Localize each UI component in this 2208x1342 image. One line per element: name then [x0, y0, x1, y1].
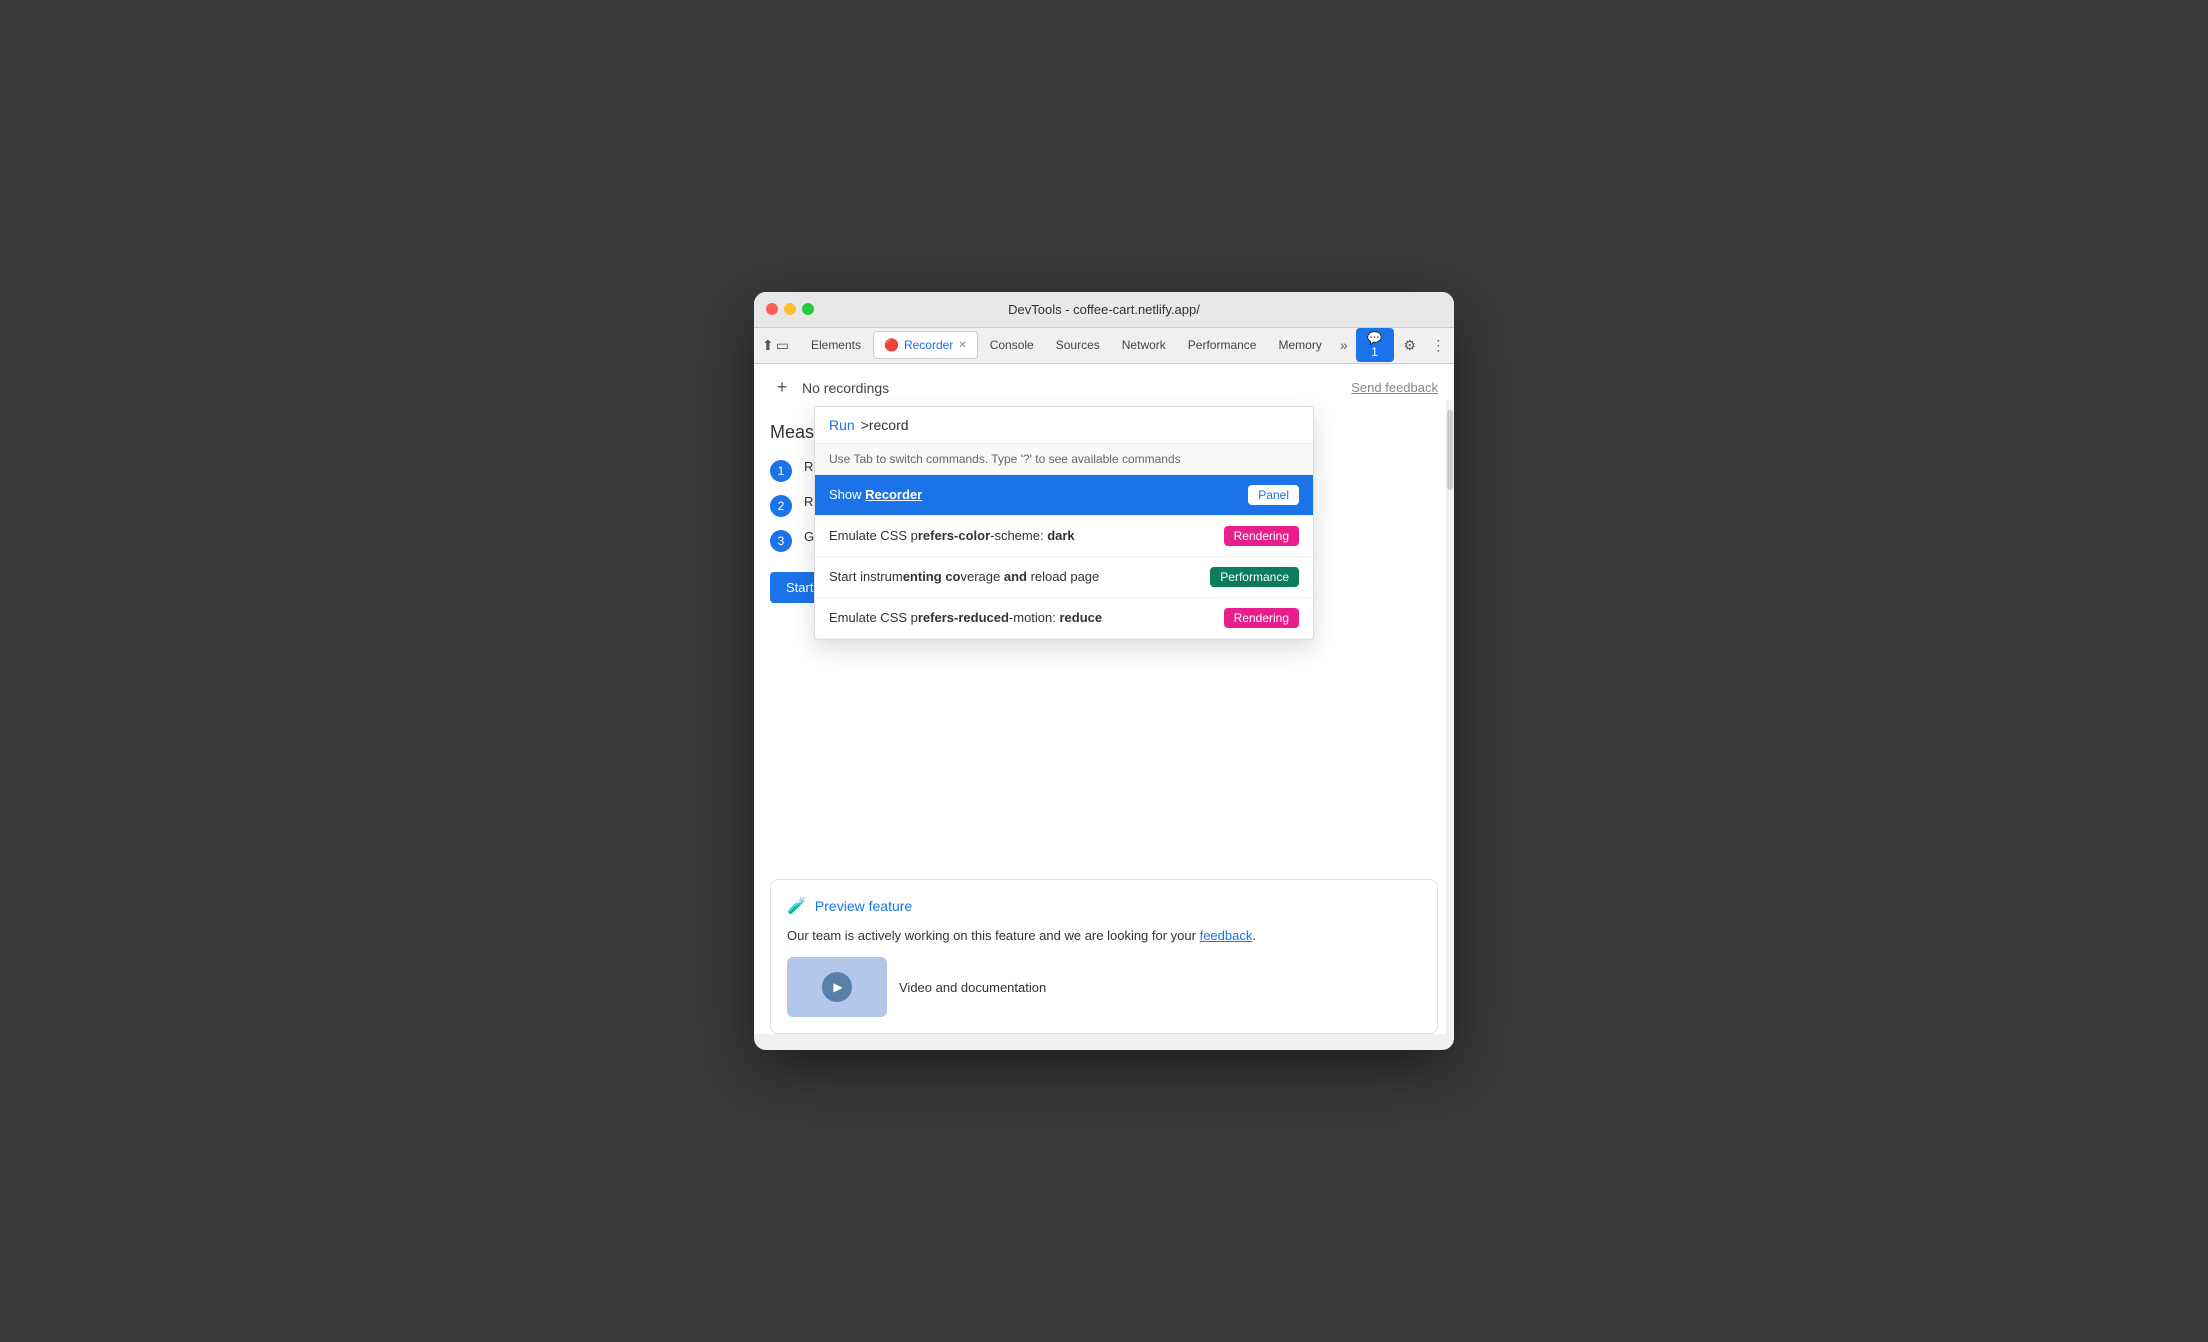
step-3-number: 3 [770, 530, 792, 552]
badge-panel: Panel [1248, 485, 1299, 505]
chat-button[interactable]: 💬 1 [1356, 328, 1394, 362]
tab-sources[interactable]: Sources [1046, 331, 1110, 359]
preview-feature-box: 🧪 Preview feature Our team is actively w… [770, 879, 1438, 1035]
badge-rendering-1: Rendering [1224, 526, 1299, 546]
command-item-css-color[interactable]: Emulate CSS prefers-color-scheme: dark R… [815, 516, 1313, 557]
highlight-prefers-color: refers-color [918, 528, 990, 543]
command-item-css-motion-text: Emulate CSS prefers-reduced-motion: redu… [829, 610, 1214, 625]
devtools-tab-bar: ⬆ ▭ Elements 🔴 Recorder ✕ Console Source… [754, 328, 1454, 364]
close-button[interactable] [766, 303, 778, 315]
devtools-window: DevTools - coffee-cart.netlify.app/ ⬆ ▭ … [754, 292, 1454, 1051]
tab-elements[interactable]: Elements [801, 331, 871, 359]
step-2-number: 2 [770, 495, 792, 517]
tab-recorder-label: Recorder [904, 338, 953, 352]
preview-description: Our team is actively working on this fea… [787, 926, 1421, 946]
tab-sources-label: Sources [1056, 338, 1100, 352]
command-item-show-recorder-text: Show Recorder [829, 487, 1238, 502]
highlight-prefers-motion: refers-reduced [918, 610, 1009, 625]
tab-network-label: Network [1122, 338, 1166, 352]
run-label: Run [829, 417, 855, 433]
command-item-css-motion[interactable]: Emulate CSS prefers-reduced-motion: redu… [815, 598, 1313, 639]
badge-rendering-2: Rendering [1224, 608, 1299, 628]
tab-memory[interactable]: Memory [1268, 331, 1331, 359]
recorder-top-bar: + No recordings Send feedback [754, 364, 1454, 412]
command-palette: Run >record Use Tab to switch commands. … [814, 406, 1314, 640]
no-recordings-label: No recordings [802, 380, 889, 396]
scrollbar-thumb[interactable] [1447, 410, 1453, 490]
command-item-show-recorder[interactable]: Show Recorder Panel [815, 475, 1313, 516]
traffic-lights [766, 303, 814, 315]
tab-performance-label: Performance [1188, 338, 1257, 352]
window-title: DevTools - coffee-cart.netlify.app/ [1008, 302, 1200, 317]
recorder-icon: 🔴 [884, 338, 899, 352]
command-input-row: Run >record [815, 407, 1313, 444]
video-label-text: Video and documentation [899, 980, 1046, 995]
badge-performance: Performance [1210, 567, 1299, 587]
tab-elements-label: Elements [811, 338, 861, 352]
preview-text-before: Our team is actively working on this fea… [787, 928, 1200, 943]
flask-icon: 🧪 [787, 896, 807, 916]
more-tabs-icon[interactable]: » [1334, 337, 1354, 353]
tab-console[interactable]: Console [980, 331, 1044, 359]
highlight-enting: enting [903, 569, 942, 584]
highlight-recorder: Recorder [865, 487, 922, 502]
preview-title-text: Preview feature [815, 898, 912, 914]
command-item-css-color-text: Emulate CSS prefers-color-scheme: dark [829, 528, 1214, 543]
devtools-body: + No recordings Send feedback Measure pe… [754, 364, 1454, 1035]
command-input-text[interactable]: >record [861, 417, 909, 433]
cursor-icon[interactable]: ⬆ [762, 331, 774, 359]
tab-memory-label: Memory [1278, 338, 1321, 352]
tab-recorder[interactable]: 🔴 Recorder ✕ [873, 331, 978, 359]
step-1-number: 1 [770, 460, 792, 482]
preview-text-after: . [1252, 928, 1256, 943]
titlebar: DevTools - coffee-cart.netlify.app/ [754, 292, 1454, 328]
device-icon[interactable]: ▭ [776, 331, 789, 359]
command-item-coverage-text: Start instrumenting coverage and reload … [829, 569, 1200, 584]
video-documentation: ▶ Video and documentation [787, 957, 1421, 1017]
maximize-button[interactable] [802, 303, 814, 315]
command-item-coverage[interactable]: Start instrumenting coverage and reload … [815, 557, 1313, 598]
send-feedback-link[interactable]: Send feedback [1351, 380, 1438, 395]
kebab-menu-icon[interactable]: ⋮ [1426, 331, 1451, 359]
play-icon: ▶ [822, 972, 852, 1002]
settings-icon[interactable]: ⚙ [1398, 331, 1423, 359]
scrollbar[interactable] [1446, 400, 1454, 1051]
video-thumbnail: ▶ [787, 957, 887, 1017]
feedback-link[interactable]: feedback [1200, 928, 1253, 943]
tab-console-label: Console [990, 338, 1034, 352]
preview-title: 🧪 Preview feature [787, 896, 1421, 916]
command-hint: Use Tab to switch commands. Type '?' to … [815, 444, 1313, 475]
tab-performance[interactable]: Performance [1178, 331, 1267, 359]
minimize-button[interactable] [784, 303, 796, 315]
add-recording-button[interactable]: + [770, 376, 794, 400]
tab-recorder-close[interactable]: ✕ [958, 340, 966, 351]
tab-actions: 💬 1 ⚙ ⋮ [1356, 328, 1451, 362]
tab-network[interactable]: Network [1112, 331, 1176, 359]
